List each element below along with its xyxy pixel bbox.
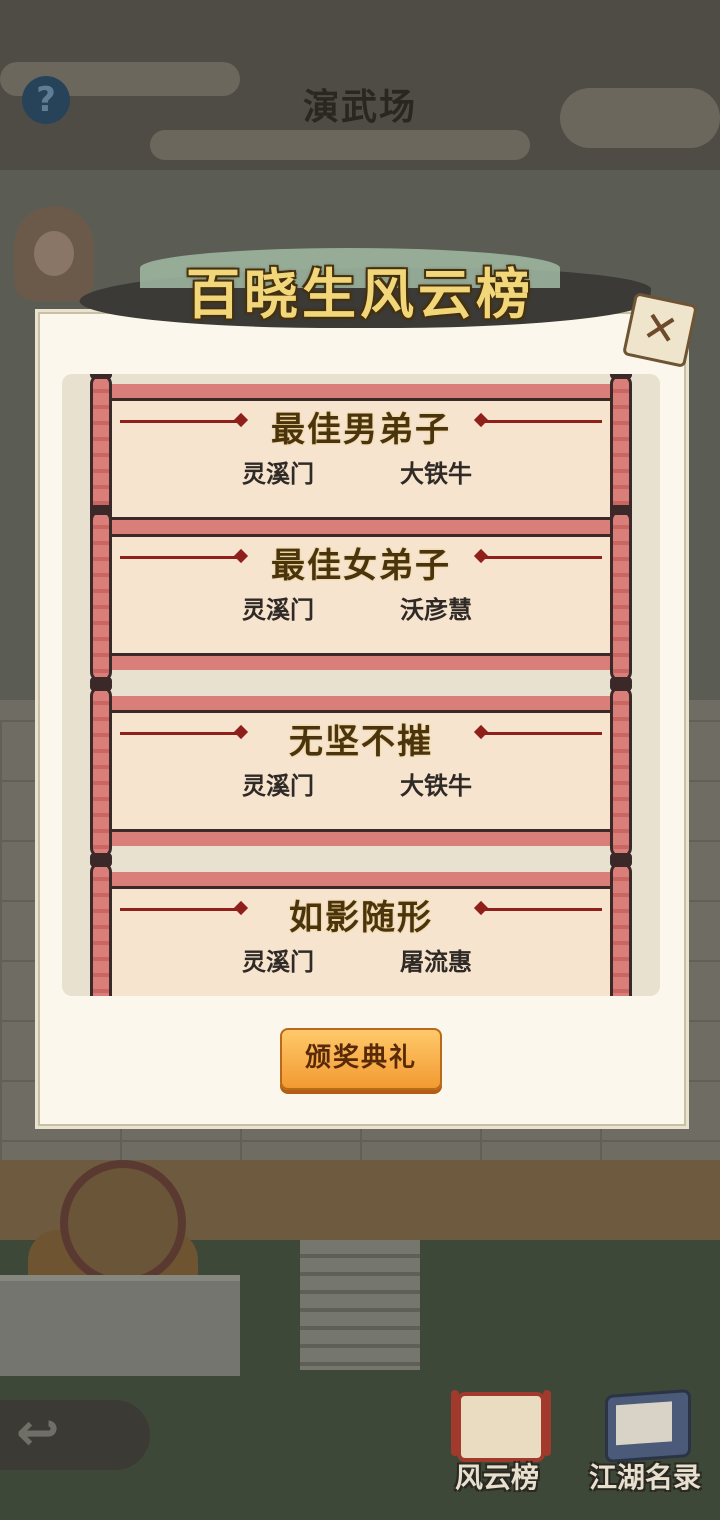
award-title: 如影随形: [289, 898, 433, 938]
award-list[interactable]: 最佳男弟子 灵溪门 大铁牛 最佳女弟子 灵溪门 沃彦慧 无坚不摧 灵溪门 大铁牛…: [62, 374, 660, 996]
award-scroll: 最佳男弟子 灵溪门 大铁牛: [90, 374, 632, 551]
award-title: 最佳女弟子: [271, 546, 451, 586]
nav-directory[interactable]: 江湖名录: [580, 1388, 710, 1502]
nav-ranking[interactable]: 风云榜: [432, 1390, 562, 1502]
scroll-paper: 最佳男弟子 灵溪门 大铁牛: [112, 384, 610, 534]
back-arrow-icon: ↩: [16, 1403, 60, 1463]
scroll-rod: [610, 857, 632, 996]
drum: [60, 1160, 186, 1286]
award-scroll: 无坚不摧 灵溪门 大铁牛: [90, 681, 632, 863]
scroll-rod: [90, 681, 112, 863]
award-sect: 灵溪门: [242, 772, 314, 800]
close-button[interactable]: ✕: [622, 292, 698, 368]
page-title: 演武场: [302, 87, 417, 128]
scroll-paper: 如影随形 灵溪门 屠流惠: [112, 872, 610, 996]
award-title: 最佳男弟子: [271, 410, 451, 450]
scroll-rod: [610, 681, 632, 863]
close-icon: ✕: [637, 300, 683, 357]
award-winner: 屠流惠: [400, 948, 472, 976]
award-ceremony-button[interactable]: 颁奖典礼: [280, 1028, 442, 1090]
award-scroll: 最佳女弟子 灵溪门 沃彦慧: [90, 505, 632, 687]
scroll-rod: [90, 857, 112, 996]
award-title: 无坚不摧: [289, 722, 433, 762]
award-winner: 沃彦慧: [400, 596, 472, 624]
stone-bench: [0, 1275, 240, 1376]
scroll-paper: 无坚不摧 灵溪门 大铁牛: [112, 696, 610, 846]
dialog-title: 百晓生风云榜: [186, 262, 534, 326]
award-scroll: 如影随形 灵溪门 屠流惠: [90, 857, 632, 996]
stairs: [300, 1240, 420, 1370]
brush-stroke: [150, 130, 530, 160]
scroll-icon: [451, 1390, 551, 1462]
back-button[interactable]: ↩: [0, 1400, 150, 1470]
scroll-paper: 最佳女弟子 灵溪门 沃彦慧: [112, 520, 610, 670]
award-sect: 灵溪门: [242, 460, 314, 488]
award-sect: 灵溪门: [242, 596, 314, 624]
award-winner: 大铁牛: [400, 772, 472, 800]
award-sect: 灵溪门: [242, 948, 314, 976]
nav-ranking-label: 风云榜: [454, 1461, 539, 1494]
scroll-rod: [90, 505, 112, 687]
book-icon: [605, 1388, 691, 1464]
nav-directory-label: 江湖名录: [588, 1461, 701, 1494]
award-winner: 大铁牛: [400, 460, 472, 488]
scroll-rod: [610, 505, 632, 687]
